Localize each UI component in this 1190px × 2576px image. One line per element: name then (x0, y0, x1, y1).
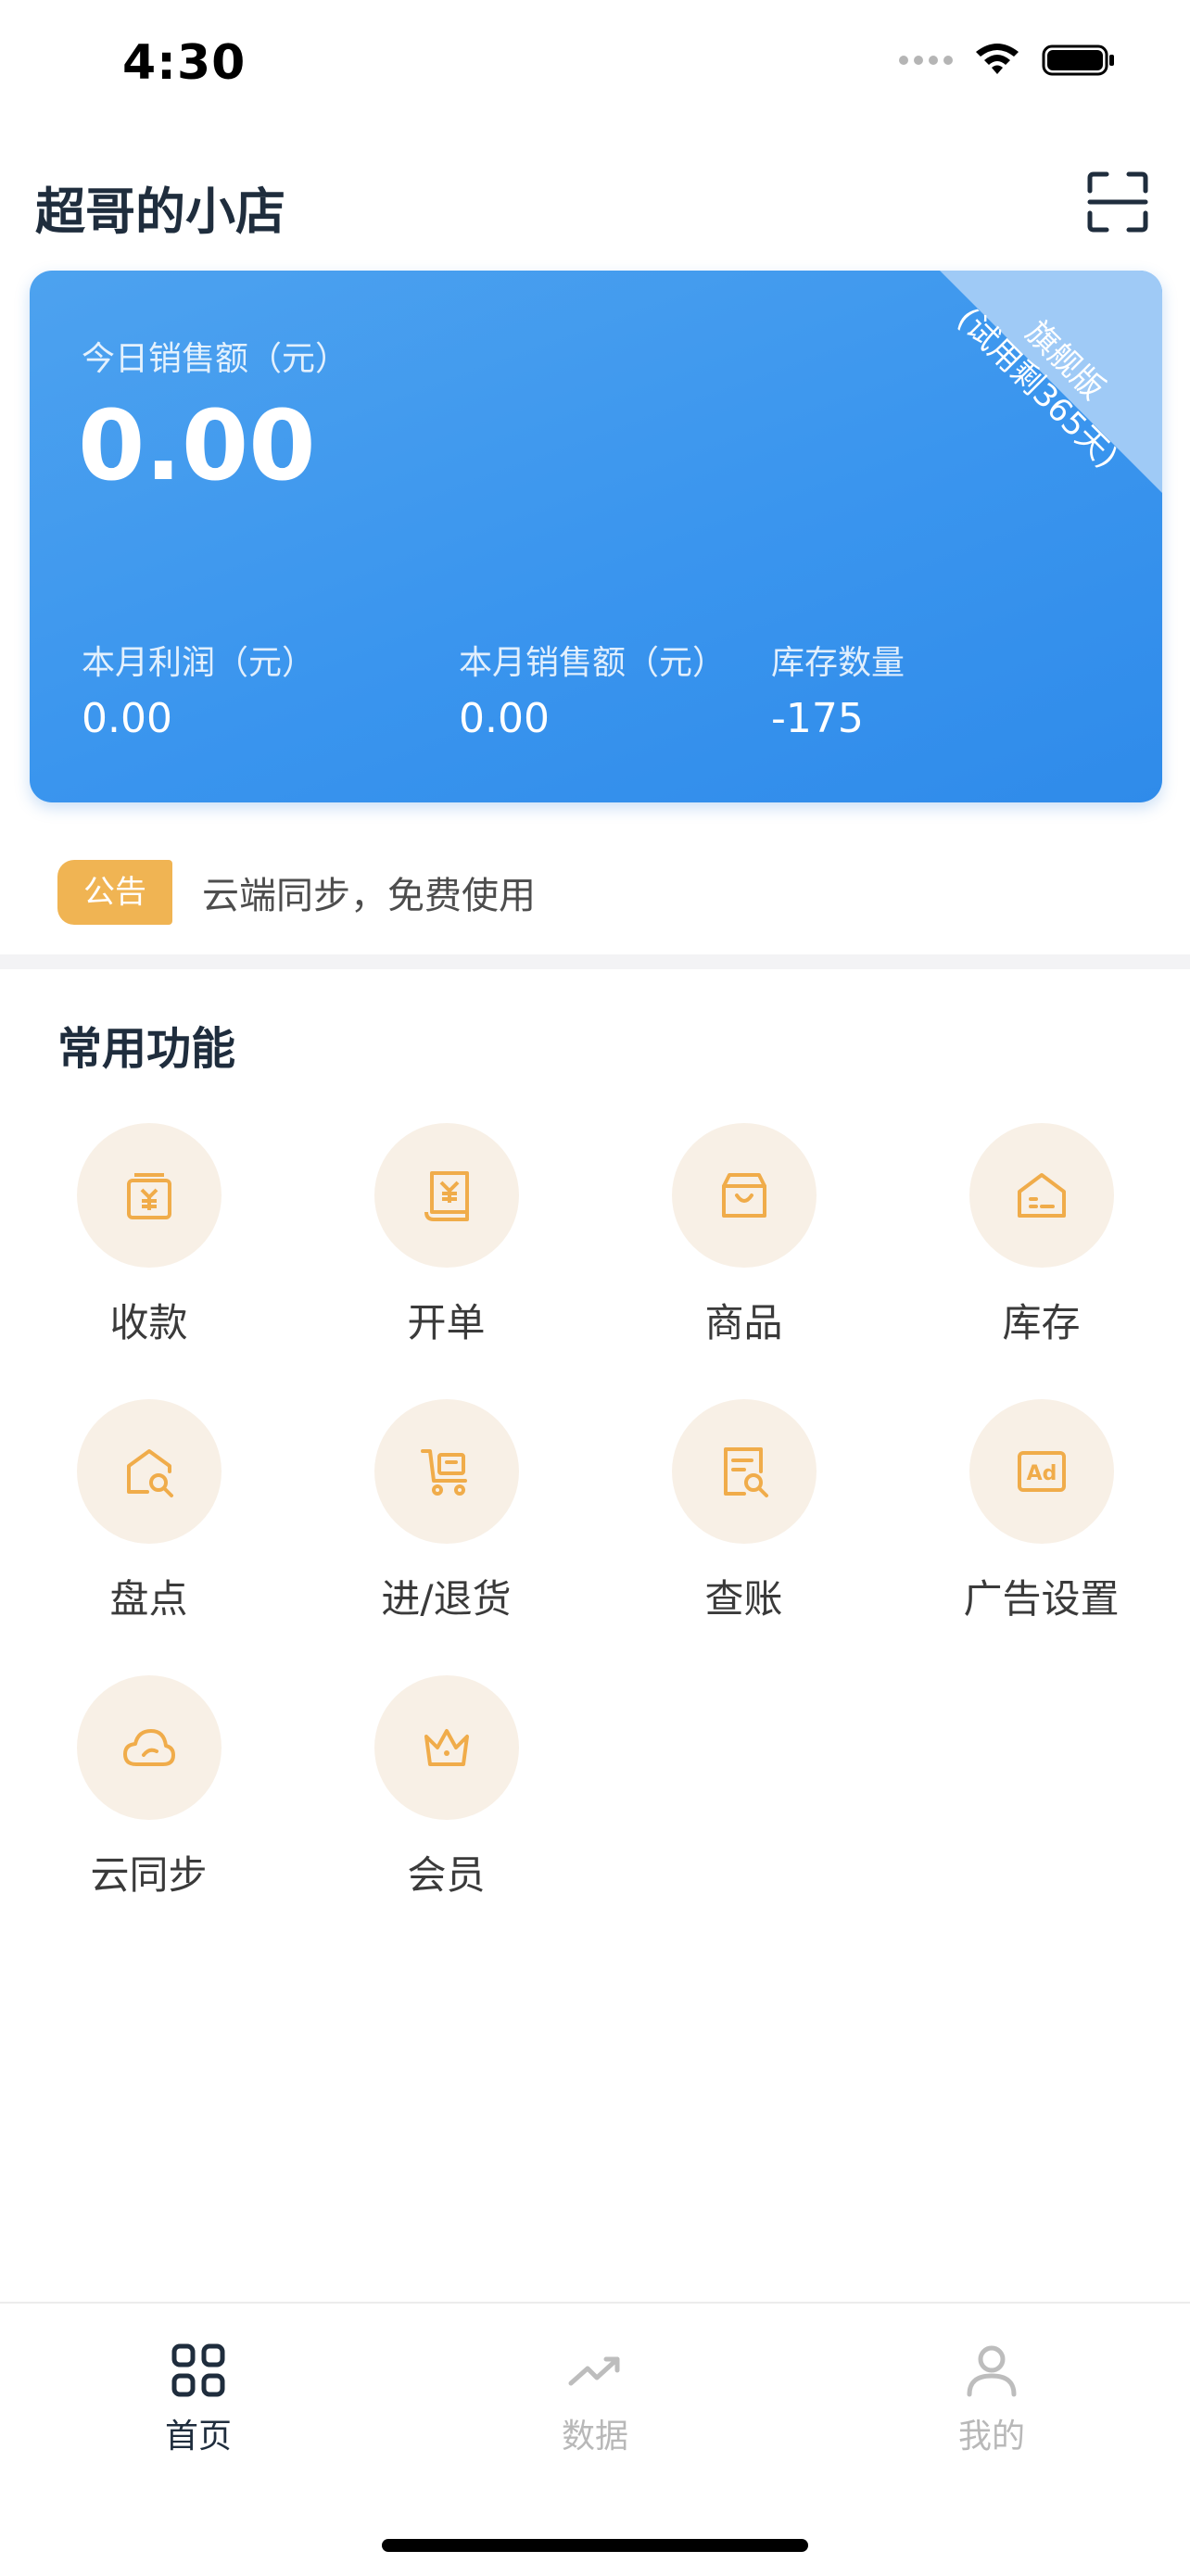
grid-icon (171, 2343, 225, 2397)
function-check-accounts[interactable]: 查账 (595, 1399, 892, 1640)
function-cloud-sync[interactable]: 云同步 (0, 1675, 298, 1916)
function-purchase-return[interactable]: 进/退货 (298, 1399, 595, 1640)
function-label: 会员 (407, 1852, 486, 1898)
stat-value: 0.00 (459, 695, 550, 742)
scan-button[interactable] (1086, 170, 1149, 234)
stat-label: 本月销售额（元） (459, 644, 727, 682)
monthly-profit-stat: 本月利润（元） 0.00 (82, 636, 315, 742)
home-indicator[interactable] (382, 2539, 808, 2552)
function-label: 云同步 (90, 1852, 208, 1898)
function-icon-circle: Ad (968, 1399, 1114, 1544)
function-ad-settings[interactable]: Ad 广告设置 (892, 1399, 1190, 1640)
sales-card[interactable]: 旗舰版 (试用剩365天) 今日销售额（元） 0.00 本月利润（元） 0.00… (30, 271, 1162, 802)
battery-icon (1042, 44, 1114, 76)
notice-text: 云端同步，免费使用 (202, 875, 536, 917)
function-stocktake[interactable]: 盘点 (0, 1399, 298, 1640)
cloud-icon (122, 1729, 175, 1766)
function-icon-circle (373, 1675, 519, 1820)
crown-icon (424, 1729, 469, 1766)
function-payment[interactable]: 收款 (0, 1123, 298, 1364)
section-divider (0, 954, 1190, 969)
user-icon (967, 2345, 1017, 2397)
bill-icon (424, 1171, 469, 1221)
function-icon-circle (968, 1123, 1114, 1268)
ledger-search-icon (723, 1447, 768, 1497)
warehouse-icon (1017, 1173, 1066, 1218)
section-title: 常用功能 (57, 1023, 236, 1075)
house-search-icon (126, 1449, 173, 1497)
tab-bar: 首页 数据 我的 (0, 2302, 1190, 2576)
cart-icon (420, 1449, 467, 1496)
function-icon-circle (76, 1399, 222, 1544)
svg-text:Ad: Ad (1026, 1462, 1057, 1485)
trend-icon (568, 2356, 620, 2386)
function-membership[interactable]: 会员 (298, 1675, 595, 1916)
wifi-icon (976, 44, 1019, 74)
function-label: 盘点 (109, 1576, 188, 1622)
function-icon-circle (671, 1123, 817, 1268)
status-time: 4:30 (122, 35, 247, 91)
payment-icon (126, 1173, 171, 1219)
monthly-sales-stat: 本月销售额（元） 0.00 (459, 636, 726, 742)
stat-value: -175 (771, 695, 864, 742)
tab-label: 我的 (957, 2418, 1025, 2456)
tab-home[interactable]: 首页 (106, 2341, 291, 2457)
function-bill[interactable]: 开单 (298, 1123, 595, 1364)
function-icon-circle (76, 1123, 222, 1268)
function-icon-circle (76, 1675, 222, 1820)
store-title: 超哥的小店 (35, 183, 285, 241)
bag-icon (721, 1173, 766, 1218)
stat-label: 库存数量 (771, 644, 905, 682)
tab-label: 首页 (164, 2418, 232, 2456)
function-label: 进/退货 (381, 1576, 512, 1622)
function-icon-circle (373, 1123, 519, 1268)
status-icons (899, 43, 1116, 78)
scan-icon (1087, 171, 1148, 233)
function-label: 查账 (704, 1576, 783, 1622)
status-bar: 4:30 (0, 0, 1190, 139)
function-icon-circle (671, 1399, 817, 1544)
function-label: 库存 (1002, 1300, 1081, 1345)
function-label: 开单 (407, 1300, 486, 1345)
tab-mine[interactable]: 我的 (899, 2341, 1084, 2457)
inventory-count-stat: 库存数量 -175 (771, 636, 905, 742)
tab-label: 数据 (561, 2418, 628, 2456)
tab-data[interactable]: 数据 (502, 2341, 688, 2457)
notice-bar[interactable]: 公告 云端同步，免费使用 (57, 860, 536, 925)
stat-label: 本月利润（元） (82, 644, 316, 682)
function-goods[interactable]: 商品 (595, 1123, 892, 1364)
notice-badge: 公告 (57, 860, 172, 925)
header: 超哥的小店 (0, 158, 1190, 250)
function-label: 收款 (109, 1300, 188, 1345)
stat-value: 0.00 (82, 695, 172, 742)
today-sales-value: 0.00 (78, 389, 316, 502)
today-sales-label: 今日销售额（元） (82, 340, 349, 378)
function-label: 广告设置 (963, 1576, 1120, 1622)
signal-icon (899, 56, 953, 65)
function-icon-circle (373, 1399, 519, 1544)
ad-icon: Ad (1017, 1451, 1066, 1492)
function-inventory[interactable]: 库存 (892, 1123, 1190, 1364)
function-label: 商品 (704, 1300, 783, 1345)
